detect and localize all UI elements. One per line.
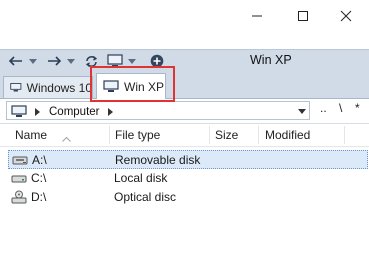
root-folder-button[interactable]: \ xyxy=(339,101,342,115)
maximize-icon xyxy=(298,10,308,21)
column-divider[interactable] xyxy=(109,126,110,144)
chevron-down-icon xyxy=(29,58,37,64)
close-icon xyxy=(340,10,352,21)
back-button[interactable] xyxy=(5,50,27,72)
chevron-down-icon xyxy=(67,58,75,64)
item-type: Removable disk xyxy=(115,153,201,167)
item-type: Optical disc xyxy=(114,190,177,204)
chevron-down-icon xyxy=(298,109,306,114)
item-name: D:\ xyxy=(31,190,47,204)
parent-folder-button[interactable]: .. xyxy=(320,101,327,115)
list-item[interactable]: C:\ Local disk xyxy=(8,169,368,188)
floppy-drive-icon xyxy=(12,153,28,170)
list-item[interactable]: D:\ Optical disc xyxy=(8,188,368,207)
back-arrow-icon xyxy=(9,56,22,66)
tab-strip: Windows 10 Win XP xyxy=(0,71,369,99)
item-type: Local disk xyxy=(114,171,168,185)
column-divider[interactable] xyxy=(258,126,259,144)
forward-button[interactable] xyxy=(43,50,65,72)
breadcrumb-computer[interactable]: Computer xyxy=(49,102,100,121)
minimize-button[interactable] xyxy=(234,0,280,31)
computer-icon xyxy=(11,102,27,121)
tab-windows-10[interactable]: Windows 10 xyxy=(3,76,93,98)
path-history-dropdown[interactable] xyxy=(298,102,306,121)
close-button[interactable] xyxy=(323,0,369,31)
computer-icon xyxy=(10,83,22,92)
item-name: C:\ xyxy=(31,171,47,185)
filter-button[interactable]: * xyxy=(355,101,360,115)
item-name: A:\ xyxy=(32,153,47,167)
column-divider[interactable] xyxy=(209,126,210,144)
column-header-size[interactable]: Size xyxy=(215,128,238,142)
breadcrumb[interactable]: Computer xyxy=(6,101,310,120)
minimize-icon xyxy=(252,15,262,16)
forward-history-dropdown[interactable] xyxy=(65,50,77,72)
column-header-row: Name File type Size Modified xyxy=(0,124,369,147)
column-header-name[interactable]: Name xyxy=(15,128,47,142)
file-list: Name File type Size Modified A:\ Removab… xyxy=(0,124,369,268)
chevron-down-icon xyxy=(128,58,136,64)
highlight-box xyxy=(90,66,175,102)
column-divider[interactable] xyxy=(344,126,345,144)
chevron-right-icon[interactable] xyxy=(35,102,40,121)
toolbar: Win XP xyxy=(0,49,369,72)
list-item[interactable]: A:\ Removable disk xyxy=(8,150,368,169)
back-history-dropdown[interactable] xyxy=(27,50,39,72)
column-header-modified[interactable]: Modified xyxy=(265,128,310,142)
optical-drive-icon xyxy=(11,190,27,207)
forward-arrow-icon xyxy=(48,56,61,66)
maximize-button[interactable] xyxy=(280,0,326,31)
sort-ascending-icon xyxy=(62,131,71,145)
hard-drive-icon xyxy=(11,171,27,188)
path-bar: Computer .. \ * xyxy=(0,99,369,124)
column-header-file-type[interactable]: File type xyxy=(115,128,160,142)
tab-label: Windows 10 xyxy=(26,80,92,95)
chevron-right-icon[interactable] xyxy=(108,102,113,121)
window-title: Win XP xyxy=(250,53,292,67)
window-titlebar xyxy=(0,0,369,31)
